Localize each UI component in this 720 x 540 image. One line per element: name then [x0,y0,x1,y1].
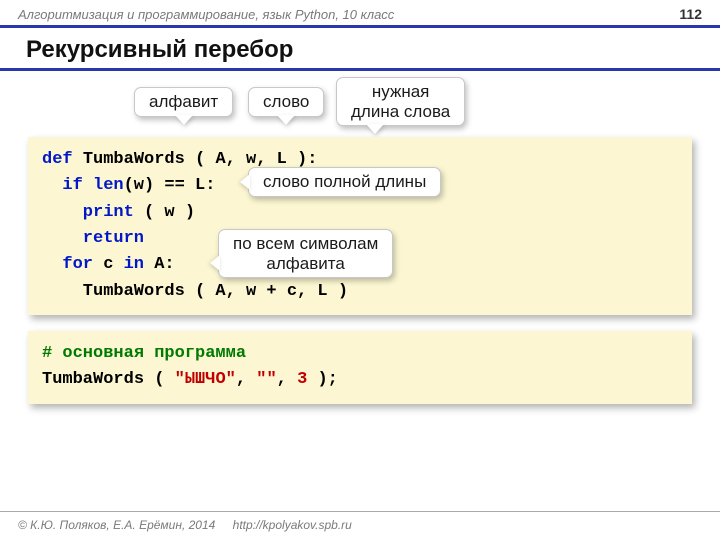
kw-for: for [62,255,93,274]
for-iter: A: [144,255,175,274]
main-arg2: "" [256,370,276,389]
kw-len: len [93,176,124,195]
kw-return: return [83,229,144,248]
kw-if: if [62,176,82,195]
code-function: def TumbaWords ( A, w, L ): if len(w) ==… [28,137,692,315]
param-tags-row: алфавит слово нужная длина слова [28,71,692,137]
main-fn: TumbaWords [42,370,144,389]
recur-call: TumbaWords ( A, w + c, L ) [83,282,348,301]
callout-all-chars-label: по всем символам алфавита [233,234,378,273]
page-title: Рекурсивный перебор [0,28,720,71]
main-arg1: "ЫШЧО" [175,370,236,389]
comment: # основная программа [42,344,246,363]
for-var: c [93,255,124,274]
fn-name: TumbaWords [83,150,185,169]
code-main: # основная программа TumbaWords ( "ЫШЧО"… [28,331,692,404]
kw-print: print [83,203,134,222]
main-open: ( [144,370,175,389]
tag-alphabet-label: алфавит [149,92,218,111]
content: алфавит слово нужная длина слова def Tum… [0,71,720,404]
kw-in: in [124,255,144,274]
header-bar: Алгоритмизация и программирование, язык … [0,0,720,28]
callout-all-chars: по всем символам алфавита [218,229,393,278]
page-number: 112 [679,6,702,22]
main-sep1: , [236,370,256,389]
tag-word-label: слово [263,92,309,111]
tag-word: слово [248,87,324,117]
footer-url[interactable]: http://kpolyakov.spb.ru [233,518,352,532]
main-close: ); [307,370,338,389]
tag-length: нужная длина слова [336,77,465,126]
tag-alphabet: алфавит [134,87,233,117]
print-arg: ( w ) [134,203,195,222]
kw-def: def [42,150,73,169]
main-sep2: , [277,370,297,389]
copyright: © К.Ю. Поляков, Е.А. Ерёмин, 2014 [18,518,215,532]
cond: (w) == L: [124,176,216,195]
subject-label: Алгоритмизация и программирование, язык … [18,7,394,22]
callout-full-word-label: слово полной длины [263,172,426,191]
main-arg3: 3 [297,370,307,389]
callout-full-word: слово полной длины [248,167,441,197]
tag-length-label: нужная длина слова [351,82,450,121]
footer: © К.Ю. Поляков, Е.А. Ерёмин, 2014 http:/… [0,511,720,540]
